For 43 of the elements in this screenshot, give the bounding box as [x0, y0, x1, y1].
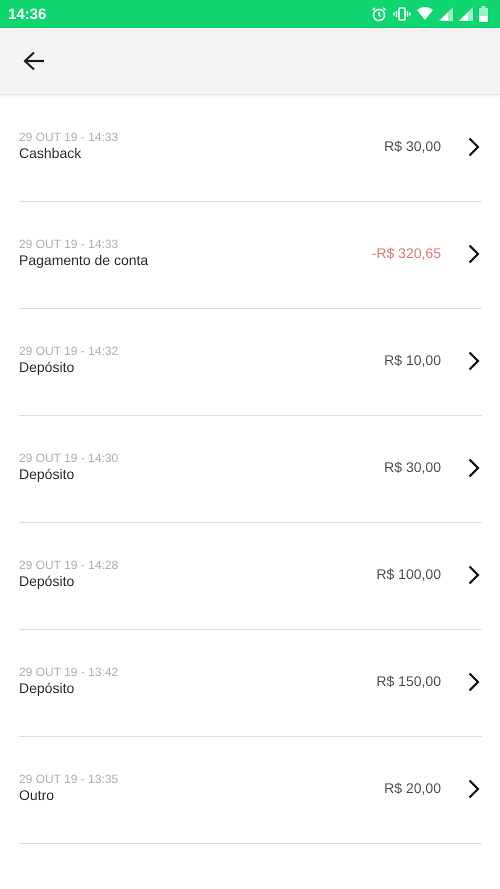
- transaction-row[interactable]: 29 OUT 19 - 14:28 Depósito R$ 100,00: [19, 523, 482, 630]
- vibrate-icon: [393, 6, 411, 22]
- battery-icon: [479, 6, 488, 22]
- transaction-amount: -R$ 320,65: [372, 245, 441, 261]
- transaction-amount: R$ 150,00: [376, 673, 441, 689]
- transaction-description: Pagamento de conta: [19, 251, 150, 269]
- transaction-description: Depósito: [19, 465, 76, 483]
- status-time: 14:36: [8, 6, 46, 22]
- transaction-description: Depósito: [19, 358, 76, 376]
- transaction-amount: R$ 30,00: [384, 459, 441, 475]
- transaction-description: Outro: [19, 786, 56, 804]
- signal-icon: [439, 7, 453, 21]
- transaction-date: 29 OUT 19 - 14:33: [19, 237, 120, 251]
- transaction-amount: R$ 10,00: [384, 352, 441, 368]
- transaction-row[interactable]: 29 OUT 19 - 13:42 Depósito R$ 150,00: [19, 630, 482, 737]
- transaction-date: 29 OUT 19 - 14:32: [19, 344, 120, 358]
- alarm-icon: [371, 6, 387, 22]
- transaction-date: 29 OUT 19 - 13:42: [19, 665, 120, 679]
- back-arrow-icon[interactable]: [23, 51, 45, 71]
- transaction-date: 29 OUT 19 - 13:35: [19, 772, 120, 786]
- transaction-row[interactable]: 29 OUT 19 - 14:30 Depósito R$ 30,00: [19, 416, 482, 523]
- signal-icon: [459, 7, 473, 21]
- transaction-row[interactable]: 29 OUT 19 - 13:35 Outro R$ 20,00: [19, 737, 482, 844]
- transaction-amount: R$ 30,00: [384, 138, 441, 154]
- chevron-right-icon: [468, 244, 480, 264]
- transaction-row[interactable]: 29 OUT 19 - 14:32 Depósito R$ 10,00: [19, 309, 482, 416]
- chevron-right-icon: [468, 672, 480, 692]
- chevron-right-icon: [468, 458, 480, 478]
- chevron-right-icon: [468, 137, 480, 157]
- transaction-amount: R$ 100,00: [376, 566, 441, 582]
- transaction-date: 29 OUT 19 - 14:33: [19, 130, 120, 144]
- transaction-amount: R$ 20,00: [384, 780, 441, 796]
- transaction-date: 29 OUT 19 - 14:28: [19, 558, 120, 572]
- chevron-right-icon: [468, 351, 480, 371]
- chevron-right-icon: [468, 565, 480, 585]
- transaction-row[interactable]: 29 OUT 19 - 14:33 Cashback R$ 30,00: [19, 95, 482, 202]
- chevron-right-icon: [468, 779, 480, 799]
- transaction-date: 29 OUT 19 - 14:30: [19, 451, 120, 465]
- wifi-icon: [417, 7, 433, 21]
- transaction-description: Depósito: [19, 679, 76, 697]
- transaction-row[interactable]: 29 OUT 19 - 14:33 Pagamento de conta -R$ 320,65: [19, 202, 482, 309]
- transaction-description: Cashback: [19, 144, 82, 162]
- transaction-description: Depósito: [19, 572, 76, 590]
